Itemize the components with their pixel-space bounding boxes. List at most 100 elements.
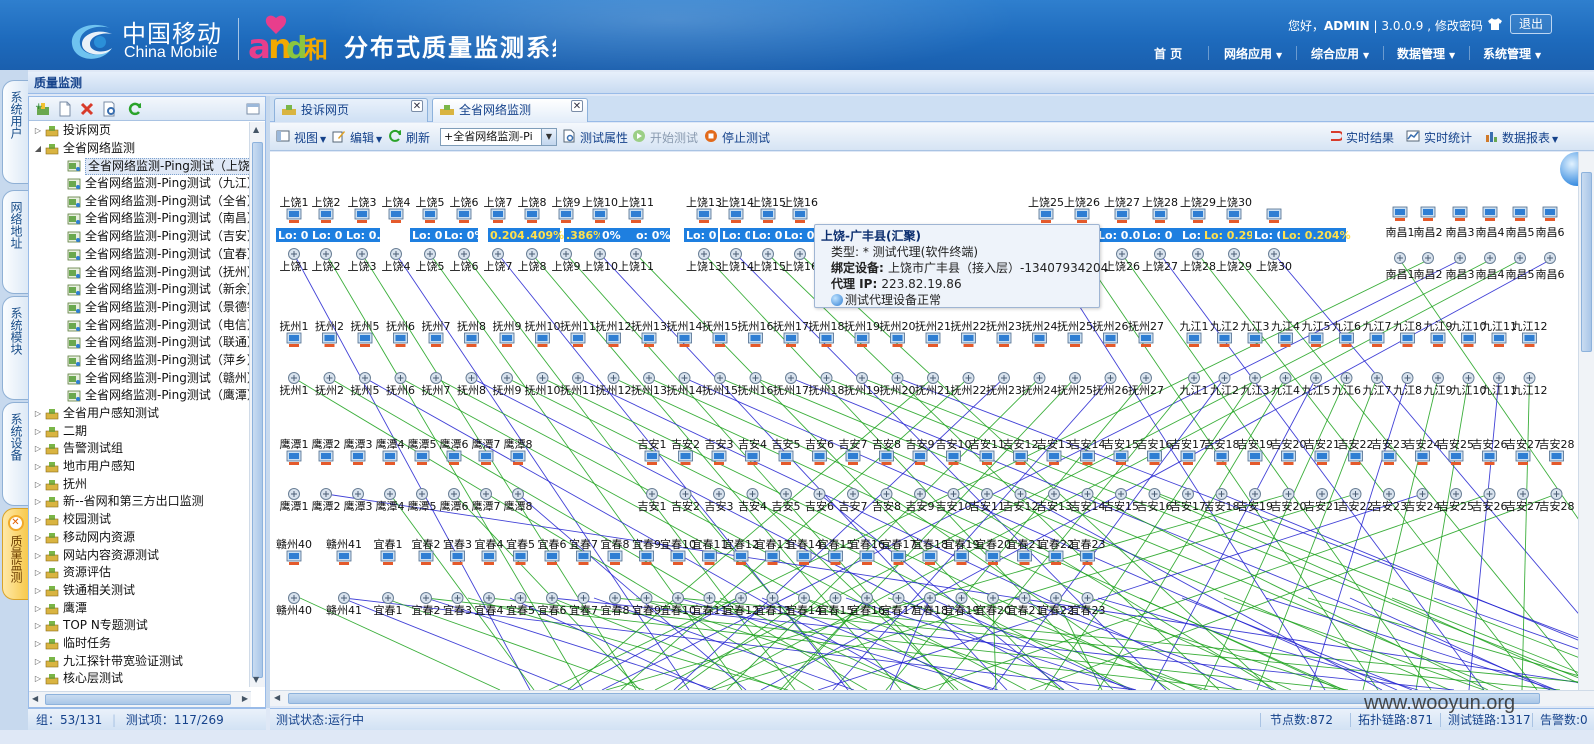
loss-badge-text: o: 0% xyxy=(636,229,670,242)
tree-group-node[interactable]: ▷ TOP N专题测试 xyxy=(29,617,251,635)
data-report-button[interactable]: 数据报表 ▼ xyxy=(1484,129,1558,146)
stop-test-button[interactable]: 停止测试 xyxy=(704,129,770,146)
properties-icon[interactable] xyxy=(101,101,117,117)
vtab-network-addresses[interactable]: 网络地址 xyxy=(2,190,28,294)
expand-icon[interactable]: ▷ xyxy=(33,653,43,671)
tree-test-node[interactable]: 全省网络监测-Ping测试（全省） xyxy=(29,193,251,211)
expand-icon[interactable]: ▷ xyxy=(33,600,43,618)
expand-icon[interactable]: ▷ xyxy=(33,458,43,476)
tree-test-node[interactable]: 全省网络监测-Ping测试（景德镇 xyxy=(29,299,251,317)
tree-group-node[interactable]: ▷ 校园测试 xyxy=(29,511,251,529)
expand-icon[interactable]: ▷ xyxy=(33,511,43,529)
tree-group-node[interactable]: ▷ 抚州 xyxy=(29,476,251,494)
tree-group-node[interactable]: ▷ 鹰潭 xyxy=(29,600,251,618)
expand-icon[interactable]: ▷ xyxy=(33,440,43,458)
tree-group-node[interactable]: ▷ 临时任务 xyxy=(29,635,251,653)
scroll-left-icon[interactable]: ◀ xyxy=(274,693,280,702)
logout-button[interactable]: 退出 xyxy=(1510,14,1552,34)
test-selector-combo[interactable]: +全省网络监测-Pi ▼ xyxy=(440,128,557,146)
delete-icon[interactable] xyxy=(79,101,95,117)
refresh-icon[interactable] xyxy=(127,101,143,117)
tree-horizontal-scrollbar[interactable]: ◀ ▶ xyxy=(29,691,251,707)
tree-test-node[interactable]: 全省网络监测-Ping测试（吉安） xyxy=(29,228,251,246)
nav-home[interactable]: 首 页 xyxy=(1154,45,1182,62)
tree-test-node[interactable]: 全省网络监测-Ping测试（萍乡） xyxy=(29,352,251,370)
topology-canvas[interactable]: 上饶1 上饶1 上饶2 上饶2 上饶3 上饶3 上饶4 上饶4 上饶5 上饶5 上饶6 上饶6 上饶7 上… xyxy=(270,152,1594,690)
scroll-up-icon[interactable]: ▲ xyxy=(253,125,259,134)
vtab-system-users[interactable]: 系统用户 xyxy=(2,80,28,184)
scroll-left-icon[interactable]: ◀ xyxy=(32,694,38,703)
tree-test-node[interactable]: 全省网络监测-Ping测试（赣州） xyxy=(29,370,251,388)
theme-shirt-icon[interactable] xyxy=(1487,17,1503,31)
start-test-button[interactable]: 开始测试 xyxy=(632,129,698,146)
chevron-down-icon[interactable]: ▼ xyxy=(541,129,556,145)
nav-data-management[interactable]: 数据管理 ▼ xyxy=(1397,45,1455,62)
tree-group-node[interactable]: ▷ 核心层测试 xyxy=(29,670,251,687)
vtab-quality-monitoring[interactable]: ✕ 质量监测 xyxy=(2,508,28,600)
close-tab-icon[interactable]: ✕ xyxy=(411,100,423,112)
scroll-right-icon[interactable]: ▶ xyxy=(242,694,248,703)
realtime-stats-button[interactable]: 实时统计 xyxy=(1406,129,1472,146)
tree-group-node[interactable]: ◢ 全省网络监测 xyxy=(29,140,251,158)
tree-group-node[interactable]: ▷ 资源评估 xyxy=(29,564,251,582)
expand-icon[interactable]: ▷ xyxy=(33,493,43,511)
vtab-system-modules[interactable]: 系统模块 xyxy=(2,296,28,400)
node-label-top: 抚州21 xyxy=(915,319,951,333)
scroll-down-icon[interactable]: ▼ xyxy=(253,675,259,684)
close-circle-icon[interactable]: ✕ xyxy=(7,515,24,531)
vtab-system-devices[interactable]: 系统设备 xyxy=(2,402,28,506)
nav-system-management[interactable]: 系统管理 ▼ xyxy=(1483,45,1541,62)
tree-test-node[interactable]: 全省网络监测-Ping测试（宜春） xyxy=(29,246,251,264)
panel-options-icon[interactable] xyxy=(245,101,261,117)
node-label-top: 南昌6 xyxy=(1536,226,1565,239)
collapse-icon[interactable]: ◢ xyxy=(33,140,43,158)
expand-icon[interactable]: ▷ xyxy=(33,547,43,565)
computer-screen xyxy=(395,335,406,341)
tab-province-monitoring[interactable]: 全省网络监测 ✕ xyxy=(432,98,588,122)
tree-group-node[interactable]: ▷ 九江探针带宽验证测试 xyxy=(29,653,251,671)
tree-group-node[interactable]: ▷ 移动网内资源 xyxy=(29,529,251,547)
tab-complaint-web[interactable]: 投诉网页 ✕ xyxy=(274,98,428,122)
edit-menu-button[interactable]: 编辑 ▼ xyxy=(332,129,382,146)
expand-icon[interactable]: ▷ xyxy=(33,635,43,653)
canvas-vertical-scrollbar[interactable] xyxy=(1578,152,1594,690)
refresh-button[interactable]: 刷新 xyxy=(388,129,430,146)
expand-icon[interactable]: ▷ xyxy=(33,617,43,635)
tree-test-node[interactable]: 全省网络监测-Ping测试（新余） xyxy=(29,281,251,299)
tree-group-node[interactable]: ▷ 二期 xyxy=(29,423,251,441)
expand-icon[interactable]: ▷ xyxy=(33,122,43,140)
tree-test-node[interactable]: 全省网络监测-Ping测试（南昌） xyxy=(29,210,251,228)
add-group-icon[interactable]: + xyxy=(35,101,51,117)
tree-test-node[interactable]: 全省网络监测-Ping测试（鹰潭） xyxy=(29,387,251,405)
expand-icon[interactable]: ▷ xyxy=(33,405,43,423)
new-item-icon[interactable] xyxy=(57,101,73,117)
tree-test-node[interactable]: 全省网络监测-Ping测试（联通） xyxy=(29,334,251,352)
realtime-result-button[interactable]: 实时结果 xyxy=(1328,129,1394,146)
computer-screen xyxy=(561,211,571,217)
nav-network-apps[interactable]: 网络应用 ▼ xyxy=(1224,45,1282,62)
change-password-link[interactable]: 修改密码 xyxy=(1435,19,1483,33)
tree-group-node[interactable]: ▷ 告警测试组 xyxy=(29,440,251,458)
tree-test-node[interactable]: 全省网络监测-Ping测试（电信） xyxy=(29,317,251,335)
test-properties-button[interactable]: 测试属性 xyxy=(562,129,628,146)
tree-group-node[interactable]: ▷ 网站内容资源测试 xyxy=(29,547,251,565)
tree-group-node[interactable]: ▷ 新--省网和第三方出口监测 xyxy=(29,493,251,511)
node-label-top: 鹰潭7 xyxy=(472,437,501,451)
tree-group-node[interactable]: ▷ 地市用户感知 xyxy=(29,458,251,476)
expand-icon[interactable]: ▷ xyxy=(33,476,43,494)
tree-test-node[interactable]: 全省网络监测-Ping测试（九江） xyxy=(29,175,251,193)
close-tab-icon[interactable]: ✕ xyxy=(571,100,583,112)
tree-group-node[interactable]: ▷ 投诉网页 xyxy=(29,122,251,140)
tree-test-node[interactable]: 全省网络监测-Ping测试（上饶） xyxy=(29,157,251,176)
expand-icon[interactable]: ▷ xyxy=(33,529,43,547)
expand-icon[interactable]: ▷ xyxy=(33,582,43,600)
expand-icon[interactable]: ▷ xyxy=(33,670,43,687)
nav-integrated-apps[interactable]: 综合应用 ▼ xyxy=(1311,45,1369,62)
view-menu-button[interactable]: 视图 ▼ xyxy=(276,129,326,146)
tree-test-node[interactable]: 全省网络监测-Ping测试（抚州） xyxy=(29,264,251,282)
tree-group-node[interactable]: ▷ 铁通相关测试 xyxy=(29,582,251,600)
expand-icon[interactable]: ▷ xyxy=(33,564,43,582)
expand-icon[interactable]: ▷ xyxy=(33,423,43,441)
tree-group-node[interactable]: ▷ 全省用户感知测试 xyxy=(29,405,251,423)
tree-vertical-scrollbar[interactable]: ▲ ▼ xyxy=(249,122,265,687)
